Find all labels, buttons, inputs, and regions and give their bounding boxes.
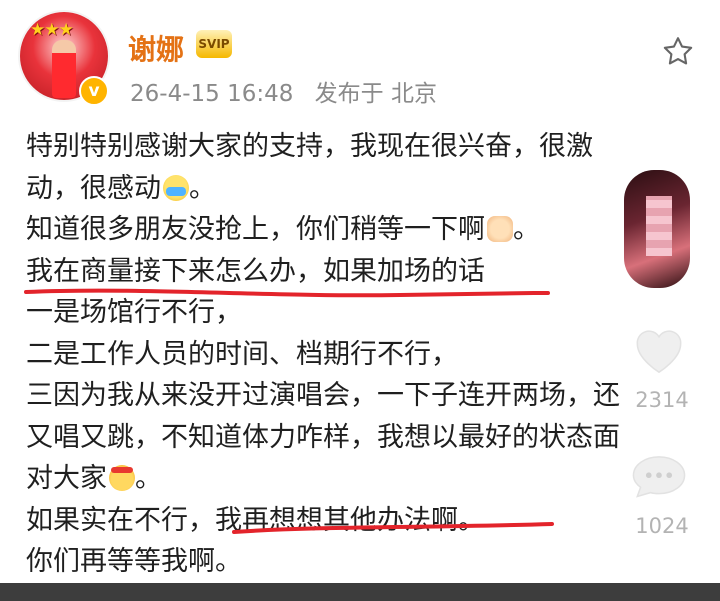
post-line: 三因为我从来没开过演唱会，一下子连开两场，还 — [26, 375, 690, 417]
video-thumbnail[interactable] — [624, 170, 690, 288]
post-text: 你们再等等我啊。 — [26, 546, 242, 577]
side-actions: 2314 1024 — [624, 170, 714, 585]
svip-crown-icon: SVIP — [196, 30, 232, 58]
avatar-figure — [52, 40, 76, 98]
bottom-bar — [0, 583, 720, 601]
post-line: 知道很多朋友没抢上，你们稍等一下啊。 — [26, 209, 690, 251]
post-text: 又唱又跳，不知道体力咋样，我想以最好的状态面 — [26, 421, 620, 453]
headband-emoji-icon — [109, 465, 135, 491]
post-text: 知道很多朋友没抢上，你们稍等一下啊 — [26, 214, 485, 245]
user-name[interactable]: 谢娜 — [128, 28, 184, 68]
post-date: 26-4-15 16:48 — [130, 81, 294, 107]
post-text: 二是工作人员的时间、档期行不行， — [26, 338, 458, 370]
heart-icon[interactable] — [628, 320, 690, 376]
verified-v-icon: v — [79, 76, 109, 106]
comment-bubble-icon[interactable] — [628, 453, 690, 499]
post-text: 。 — [189, 172, 216, 204]
post-text: 对大家 — [26, 463, 107, 494]
like-count: 2314 — [635, 388, 689, 412]
post-text: 。 — [135, 463, 162, 494]
post-location: 发布于 北京 — [314, 81, 437, 107]
mosaic-blur — [646, 196, 672, 256]
post-text: 特别特别感谢大家的支持，我现在很兴奋，很激 — [26, 131, 593, 162]
star-outline-icon[interactable] — [660, 34, 696, 70]
post-meta: 26-4-15 16:48 发布于 北京 — [130, 74, 437, 108]
post-line: 动，很感动。 — [26, 168, 690, 210]
post-body: 特别特别感谢大家的支持，我现在很兴奋，很激 动，很感动。 知道很多朋友没抢上，你… — [26, 126, 690, 583]
post-line: 对大家。 — [26, 458, 690, 500]
post-line: 又唱又跳，不知道体力咋样，我想以最好的状态面 — [26, 417, 690, 459]
post-text: 三因为我从来没开过演唱会，一下子连开两场，还 — [26, 380, 620, 411]
post-text: 。 — [513, 214, 540, 245]
post-line: 你们再等等我啊。 — [26, 541, 690, 583]
post-line: 二是工作人员的时间、档期行不行， — [26, 334, 690, 376]
crying-emoji-icon — [163, 174, 189, 201]
red-underline-2 — [232, 522, 554, 534]
fist-emoji-icon — [487, 216, 513, 242]
post-text: 我在商量接下来怎么办，如果加场的话 — [26, 255, 485, 287]
post-text: 动，很感动 — [26, 172, 161, 204]
comment-count: 1024 — [635, 514, 689, 538]
red-underline-1 — [24, 288, 550, 298]
post-line: 特别特别感谢大家的支持，我现在很兴奋，很激 — [26, 126, 690, 168]
